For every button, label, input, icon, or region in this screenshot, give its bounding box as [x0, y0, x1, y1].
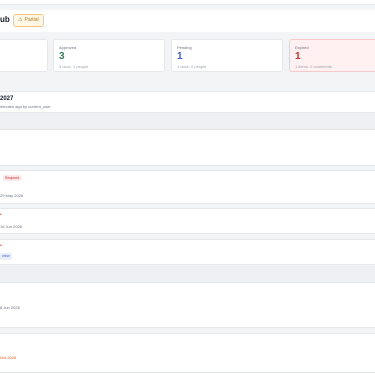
- status-badge-label: Partial: [24, 17, 39, 23]
- required-badge: Required: [3, 175, 22, 181]
- stat-value: 1: [177, 51, 183, 62]
- stat-sub: 3 docs, 1 people: [59, 64, 89, 69]
- item-date: 29 May 2026: [0, 193, 24, 198]
- stat-card-total: [0, 39, 48, 72]
- section-header: [0, 91, 375, 113]
- status-badge: ⚠ Partial: [13, 14, 44, 27]
- item-date: 16 Jun 2026: [0, 224, 23, 229]
- list-item[interactable]: [0, 333, 375, 373]
- section-meta: minutes ago by current_user: [0, 104, 51, 109]
- item-date: 8 Jun 2026: [0, 305, 20, 310]
- review-tag[interactable]: view: [0, 253, 12, 260]
- item-date-overdue: Oct 2026: [0, 355, 17, 360]
- page-header: [0, 10, 375, 32]
- red-marker-icon: •: [0, 212, 2, 218]
- subsection-bar: [0, 113, 375, 129]
- stat-sub: 1 items, 0 comments: [295, 64, 332, 69]
- list-item[interactable]: [0, 282, 375, 328]
- empty-panel: [0, 129, 375, 166]
- stat-value: 3: [59, 51, 65, 62]
- stat-label: Approved: [59, 45, 77, 50]
- list-item[interactable]: [0, 170, 375, 204]
- section-title: 2027: [0, 96, 14, 102]
- red-marker-icon: •: [0, 243, 2, 249]
- stat-label: Pending: [177, 45, 192, 50]
- stat-label: Expired: [295, 45, 309, 50]
- stat-card-pending: Pending 1 1 docs, 0 people: [171, 39, 283, 72]
- subsection-bar: [0, 266, 375, 282]
- top-bar: [0, 0, 375, 5]
- stat-value: 1: [295, 51, 301, 62]
- list-item[interactable]: [0, 239, 375, 265]
- page-title: ub: [0, 15, 10, 24]
- stat-card-expired: Expired 1 1 items, 0 comments: [289, 39, 375, 72]
- warning-icon: ⚠: [18, 17, 23, 23]
- list-item[interactable]: [0, 208, 375, 234]
- stat-card-approved: Approved 3 3 docs, 1 people: [53, 39, 165, 72]
- stat-sub: 1 docs, 0 people: [177, 64, 207, 69]
